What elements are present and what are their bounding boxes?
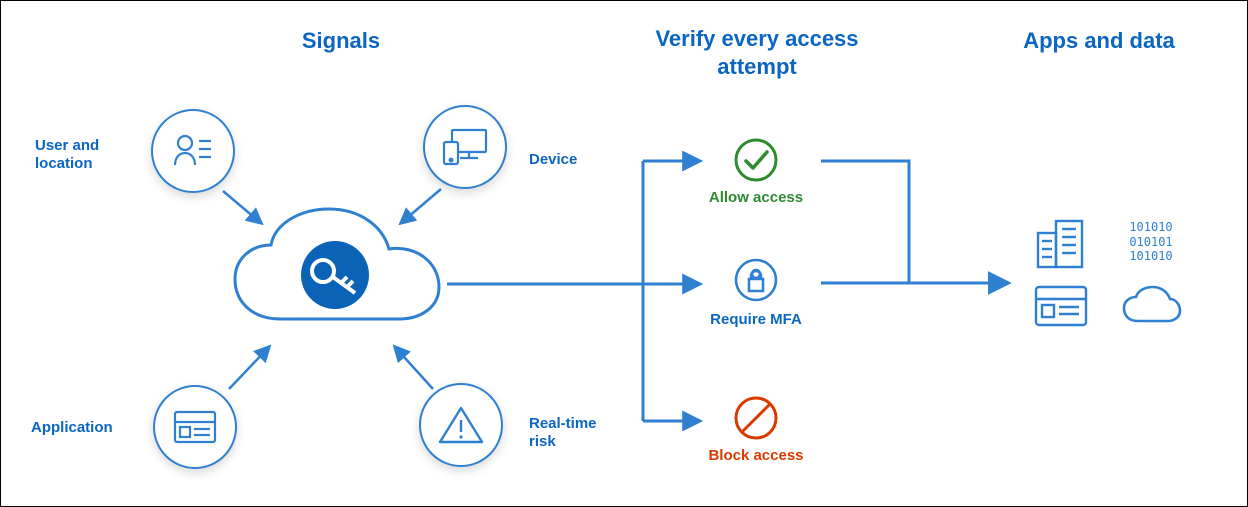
block-icon: [733, 395, 779, 441]
building-icon: [1031, 213, 1091, 271]
label-allow: Allow access: [701, 189, 811, 207]
cloud-to-decisions-line: [447, 281, 643, 287]
decisions-to-apps: [819, 151, 1019, 301]
column-header-verify: Verify every access attempt: [637, 25, 877, 80]
diagram-frame: Signals Verify every access attempt Apps…: [0, 0, 1248, 507]
allow-icon: [733, 137, 779, 183]
signal-arrows: [1, 1, 641, 501]
column-header-apps: Apps and data: [1009, 27, 1189, 55]
binary-data-icon: 101010 010101 101010: [1119, 213, 1183, 271]
app-window-icon: [1031, 283, 1091, 329]
mfa-icon: [733, 257, 779, 303]
label-block: Block access: [701, 447, 811, 465]
apps-and-data-group: 101010 010101 101010: [1031, 213, 1183, 329]
label-mfa: Require MFA: [701, 311, 811, 329]
cloud-small-icon: [1119, 283, 1183, 329]
